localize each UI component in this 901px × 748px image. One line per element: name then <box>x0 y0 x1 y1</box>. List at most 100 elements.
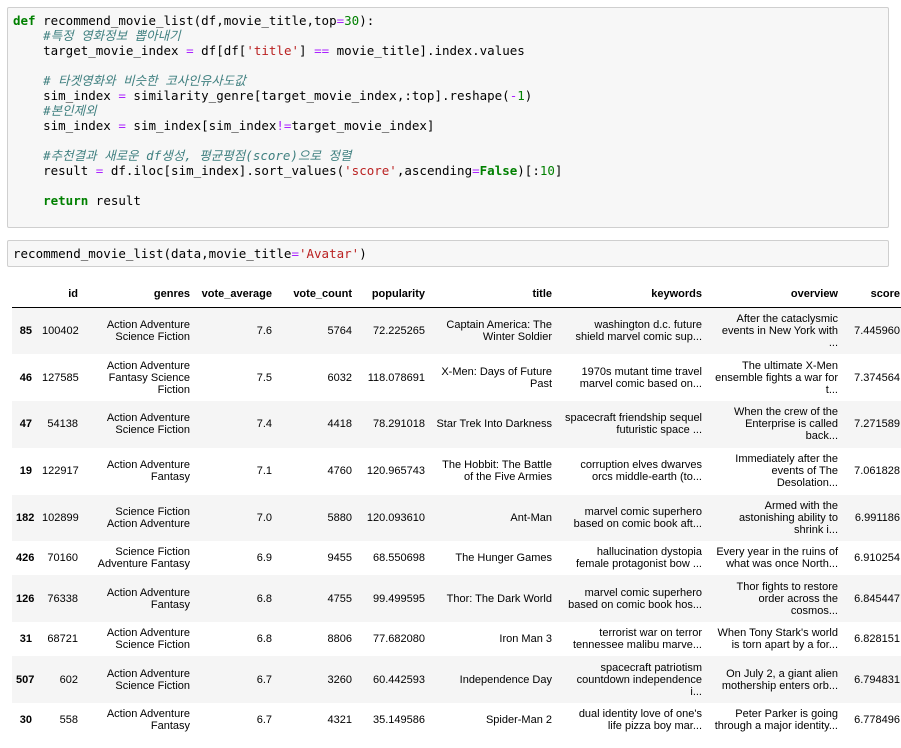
cell-id: 54138 <box>47 418 78 431</box>
column-header-popularity: popularity <box>358 281 431 308</box>
cell-vote_count: 9455 <box>327 552 352 565</box>
cell-title: Thor: The Dark World <box>446 592 552 605</box>
cell-overview: The ultimate X-Men ensemble fights a war … <box>715 359 838 396</box>
column-header-keywords: keywords <box>558 281 708 308</box>
table-row: 182 102899 Science Fiction Action Adventure… <box>12 494 901 542</box>
code-token: )[: <box>517 163 540 178</box>
cell-id: 558 <box>59 714 78 727</box>
code-token: ,ascending <box>396 163 473 178</box>
code-line: recommend_movie_list(data,movie_title='A… <box>13 246 367 261</box>
cell-idx: 85 <box>19 325 32 338</box>
cell-vote_average: 7.0 <box>256 512 272 525</box>
cell-keywords: terrorist war on terror tennessee malibu … <box>572 627 702 652</box>
cell-score: 6.778496 <box>854 714 900 727</box>
cell-title: Star Trek Into Darkness <box>436 418 552 431</box>
cell-idx: 426 <box>16 552 35 565</box>
table-body: 85 100402 Action Adventure Science Fiction 7… <box>12 307 901 738</box>
cell-vote_count: 6032 <box>327 371 352 384</box>
cell-genres: Action Adventure Science Fiction <box>106 319 190 344</box>
cell-id: 122917 <box>42 465 79 478</box>
cell-overview: When Tony Stark's world is torn apart by … <box>717 627 838 652</box>
cell-id: 70160 <box>47 552 78 565</box>
cell-score: 7.061828 <box>854 465 900 478</box>
cell-title: X-Men: Days of Future Past <box>441 365 552 390</box>
cell-genres: Science Fiction Adventure Fantasy <box>97 546 190 571</box>
table-row: 30 558 Action Adventure Fantasy 6.7 4321 35.14… <box>12 703 901 737</box>
code-line: #본인제외 <box>13 103 97 118</box>
cell-score: 7.271589 <box>854 418 900 431</box>
cell-genres: Action Adventure Science Fiction <box>106 412 190 437</box>
code-editor-function[interactable]: def recommend_movie_list(df,movie_title,… <box>8 8 888 208</box>
cell-id: 127585 <box>42 371 79 384</box>
cell-vote_count: 4760 <box>327 465 352 478</box>
cell-title: Iron Man 3 <box>499 633 552 646</box>
cell-keywords: corruption elves dwarves orcs middle-eart… <box>580 459 702 484</box>
cell-overview: Immediately after the events of The Desola… <box>735 453 838 490</box>
code-line: def recommend_movie_list(df,movie_title,… <box>13 13 374 28</box>
cell-idx: 30 <box>19 714 32 727</box>
cell-vote_average: 7.1 <box>256 465 272 478</box>
cell-keywords: spacecraft friendship sequel futuristic s… <box>565 412 702 437</box>
code-token: 'Avatar' <box>298 246 360 261</box>
cell-overview: When the crew of the Enterprise is called… <box>734 406 838 443</box>
cell-score: 6.828151 <box>854 633 900 646</box>
cell-score: 7.445960 <box>854 325 900 338</box>
cell-score: 6.991186 <box>854 512 900 525</box>
cell-popularity: 60.442593 <box>373 673 425 686</box>
cell-popularity: 72.225265 <box>373 325 425 338</box>
cell-vote_average: 6.8 <box>256 592 272 605</box>
cell-vote_average: 6.7 <box>256 673 272 686</box>
cell-vote_count: 4321 <box>327 714 352 727</box>
cell-vote_average: 6.8 <box>256 633 272 646</box>
code-token: result <box>13 163 96 178</box>
cell-overview: After the cataclysmic events in New York … <box>721 313 838 350</box>
cell-idx: 126 <box>16 592 35 605</box>
code-token: recommend_movie_list(data,movie_title <box>13 246 292 261</box>
code-token: #본인제외 <box>43 103 97 118</box>
code-token: ) <box>359 246 367 261</box>
code-token: recommend_movie_list(df,movie_title,top <box>35 13 337 28</box>
code-token: sim_index[sim_index <box>125 118 277 133</box>
cell-overview: Thor fights to restore order across the co… <box>736 580 839 617</box>
cell-popularity: 77.682080 <box>373 633 425 646</box>
column-header-title: title <box>431 281 558 308</box>
cell-vote_count: 5764 <box>327 325 352 338</box>
column-header-index <box>12 281 38 308</box>
cell-id: 102899 <box>42 512 79 525</box>
code-token: ] <box>554 163 563 178</box>
code-cell-call[interactable]: recommend_movie_list(data,movie_title='A… <box>7 240 889 267</box>
cell-idx: 19 <box>19 465 32 478</box>
cell-popularity: 78.291018 <box>373 418 425 431</box>
code-token: #특정 영화정보 뽑아내기 <box>43 28 181 43</box>
cell-genres: Action Adventure Fantasy <box>106 459 190 484</box>
cell-keywords: 1970s mutant time travel marvel comic bas… <box>579 365 702 390</box>
cell-vote_average: 7.4 <box>256 418 272 431</box>
cell-keywords: marvel comic superhero based on comic boo… <box>568 586 702 611</box>
cell-vote_average: 6.9 <box>256 552 272 565</box>
table-row: 507 602 Action Adventure Science Fiction 6.7… <box>12 656 901 704</box>
cell-keywords: dual identity love of one's life pizza bo… <box>578 708 702 733</box>
code-cell-function[interactable]: def recommend_movie_list(df,movie_title,… <box>7 7 889 228</box>
code-token: = <box>336 13 345 28</box>
cell-title: The Hunger Games <box>455 552 552 565</box>
cell-vote_average: 7.6 <box>256 325 272 338</box>
code-editor-call[interactable]: recommend_movie_list(data,movie_title='A… <box>8 241 888 261</box>
table-row: 19 122917 Action Adventure Fantasy 7.1 4760 12… <box>12 448 901 495</box>
table-header-row: id genres vote_average vote_count popularity… <box>12 281 901 308</box>
code-token: return <box>43 193 89 208</box>
cell-keywords: spacecraft patriotism countdown independe… <box>576 661 702 698</box>
code-line: #추천결과 새로운 df생성, 평균평점(score)으로 정렬 <box>13 148 351 163</box>
cell-keywords: marvel comic superhero based on comic boo… <box>573 506 702 531</box>
cell-idx: 46 <box>19 371 32 384</box>
cell-vote_count: 4755 <box>327 592 352 605</box>
cell-keywords: hallucination dystopia female protagonist… <box>576 546 702 571</box>
code-token: ] <box>299 43 315 58</box>
code-token: def <box>13 13 36 28</box>
code-token: 30 <box>344 13 360 28</box>
code-token: df[df[ <box>193 43 247 58</box>
cell-genres: Action Adventure Fantasy <box>106 708 190 733</box>
